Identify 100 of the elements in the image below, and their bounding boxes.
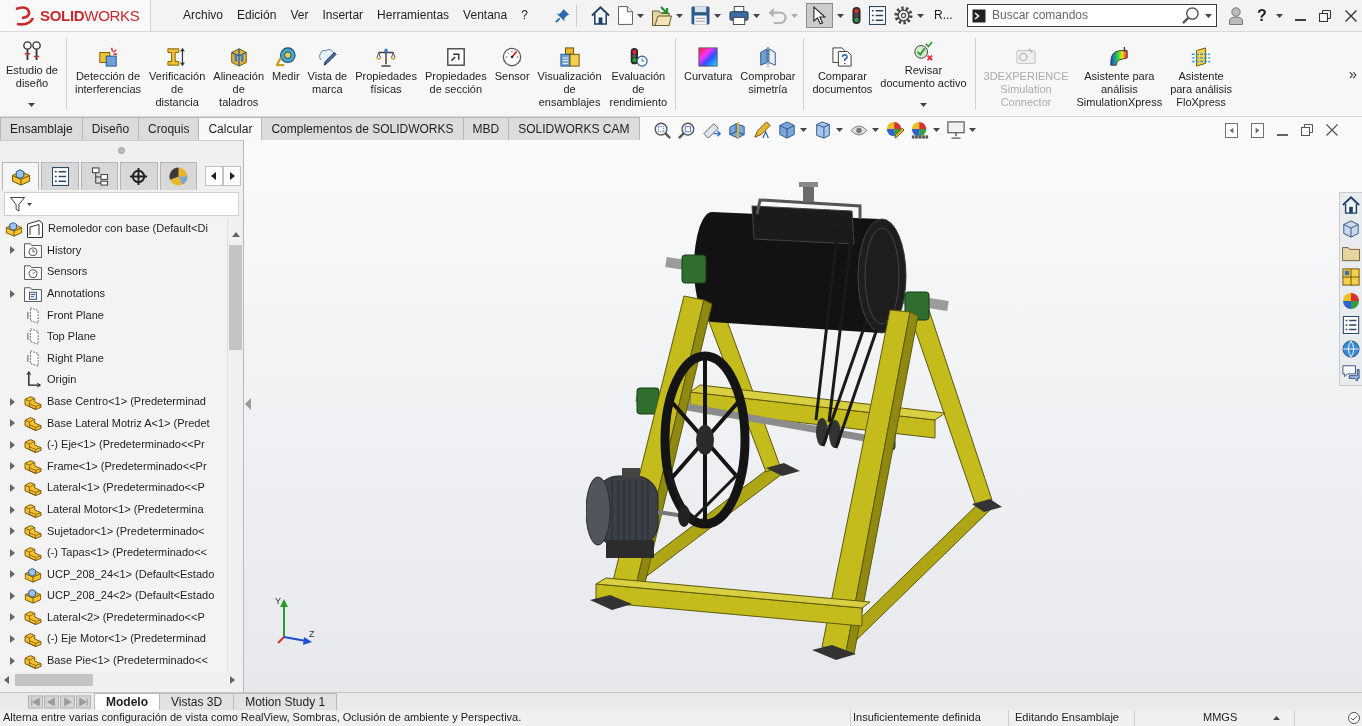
menu-item[interactable]: Herramientas [370,8,457,23]
expand-arrow-icon[interactable] [10,548,15,557]
document-icon[interactable] [618,6,633,25]
command-tab[interactable]: MBD [462,117,510,140]
panel-tab[interactable] [41,162,79,190]
sphere-icon[interactable] [1342,292,1360,310]
sphere-floor-icon[interactable] [910,121,929,139]
tree-item[interactable]: Frame<1> (Predeterminado<<Pr [0,455,207,478]
panel-tab[interactable] [2,162,40,190]
tree-item[interactable]: (-) Eje Motor<1> (Predeterminad [0,628,206,650]
chat-icon[interactable] [1342,364,1360,382]
command-tab[interactable]: Croquis [138,117,200,140]
caret-icon[interactable] [676,13,683,18]
menu-item[interactable]: Archivo [176,8,230,23]
model-tab[interactable]: Vistas 3D [159,693,235,710]
scrollbar-thumb[interactable] [15,674,93,686]
search-field[interactable]: Buscar comandos [967,4,1217,27]
caret-up-icon[interactable] [1273,716,1280,720]
tree-item[interactable]: History [0,239,82,262]
command-tab[interactable]: Complementos de SOLIDWORKS [261,117,464,140]
caret-icon[interactable] [871,128,879,132]
home-icon[interactable] [591,6,610,25]
close-icon[interactable] [1344,9,1357,22]
tool-button[interactable]: Alineación de taladros [209,32,269,116]
vertical-scrollbar[interactable] [227,218,243,672]
expand-arrow-icon[interactable] [10,505,15,514]
tree-item[interactable]: (-) Tapas<1> (Predeterminado<< [0,541,207,564]
box-icon[interactable] [1342,220,1360,238]
tool-button[interactable]: Propiedades físicas [351,32,421,116]
expand-arrow-icon[interactable] [10,613,15,622]
panel-tab[interactable] [120,162,158,190]
tool-button[interactable]: Asistente para análisis FloXpress [1166,32,1236,116]
tile-left-icon[interactable] [1225,122,1238,138]
tool-button[interactable]: Verificación de distancia [145,32,210,116]
globe-icon[interactable] [1342,340,1360,358]
printer-icon[interactable] [729,6,749,25]
command-tab[interactable]: Diseño [81,117,140,140]
tool-button[interactable]: Estudio de diseño [2,32,62,116]
restore-icon[interactable] [1301,124,1313,136]
plane-arrow-icon[interactable] [702,121,721,139]
tree-item[interactable]: Base Pie<1> (Predeterminado<< [0,649,208,672]
restore-icon[interactable] [1318,9,1331,22]
tool-button[interactable]: Vista de marca [303,32,352,116]
tree-item[interactable]: UCP_208_24<1> (Default<Estado [0,563,215,586]
caret-right-icon[interactable] [223,166,242,186]
tree-item[interactable]: Front Plane [0,304,104,326]
pin-icon[interactable] [555,8,570,23]
panel-tab[interactable] [159,162,198,190]
tree-item[interactable]: Sujetador<1> (Predeterminado< [0,520,205,542]
minimize-icon[interactable] [1294,18,1306,21]
tool-button[interactable]: Sensor [490,32,534,116]
tree-item[interactable]: UCP_208_24<2> (Default<Estado [0,585,215,607]
expand-arrow-icon[interactable] [10,419,15,428]
cube-icon[interactable] [813,121,832,139]
tool-button[interactable]: Comparar documentos [808,32,877,116]
caret-left-icon[interactable] [205,166,224,186]
tree-item[interactable]: Right Plane [0,347,104,370]
caret-icon[interactable] [1275,13,1283,18]
model-tab[interactable]: Modelo [94,693,160,710]
tree-item[interactable]: Origin [0,369,77,391]
traffic-light-icon[interactable] [852,6,861,25]
expand-arrow-icon[interactable] [10,656,15,665]
panel-tab[interactable] [80,162,119,190]
more-tools-button[interactable]: » [1343,65,1362,83]
menu-item[interactable]: Ver [283,8,316,23]
gear-icon[interactable] [894,6,913,25]
caret-icon[interactable] [714,13,721,18]
tool-button[interactable]: Propiedades de sección [420,32,491,116]
tree-item[interactable]: (-) Eje<1> (Predeterminado<<Pr [0,433,205,456]
tree-item[interactable]: Base Lateral Motriz A<1> (Predet [0,412,210,434]
expand-arrow-icon[interactable] [10,527,15,536]
collapse-arrow-icon[interactable] [245,398,251,410]
tile-right-icon[interactable] [1251,122,1264,138]
menu-item[interactable]: Edición [230,8,284,23]
toolbar-label[interactable]: R... [932,8,955,23]
magnifier-icon[interactable] [677,121,696,139]
command-tab[interactable]: Ensamblaje [0,117,83,140]
close-icon[interactable] [1326,124,1338,136]
tool-button[interactable]: Revisar documento activo [876,32,971,116]
caret-icon[interactable] [968,128,976,132]
caret-icon[interactable] [637,13,644,18]
tool-button[interactable]: Visualización de ensamblajes [533,32,606,116]
tree-item[interactable]: Remoledor con base (Default<Di [0,218,208,240]
scrollbar-thumb[interactable] [229,245,242,350]
pointer-button[interactable] [806,3,833,28]
caret-icon[interactable] [1205,13,1212,18]
expand-arrow-icon[interactable] [10,591,15,600]
model-tab[interactable]: Motion Study 1 [233,693,338,710]
caret-icon[interactable] [799,128,807,132]
pencil-icon[interactable] [752,121,771,139]
monitor-icon[interactable] [946,121,965,139]
caret-icon[interactable] [837,13,844,18]
check-circle-icon[interactable] [1348,712,1360,724]
search-input[interactable]: Buscar comandos [992,8,1176,23]
minimize-icon[interactable] [1277,133,1288,136]
cube-section-icon[interactable] [727,121,746,139]
tree-item[interactable]: Top Plane [0,325,96,348]
caret-icon[interactable] [917,13,924,18]
grid-icon[interactable] [1342,268,1360,286]
folder-icon[interactable] [1342,244,1360,262]
